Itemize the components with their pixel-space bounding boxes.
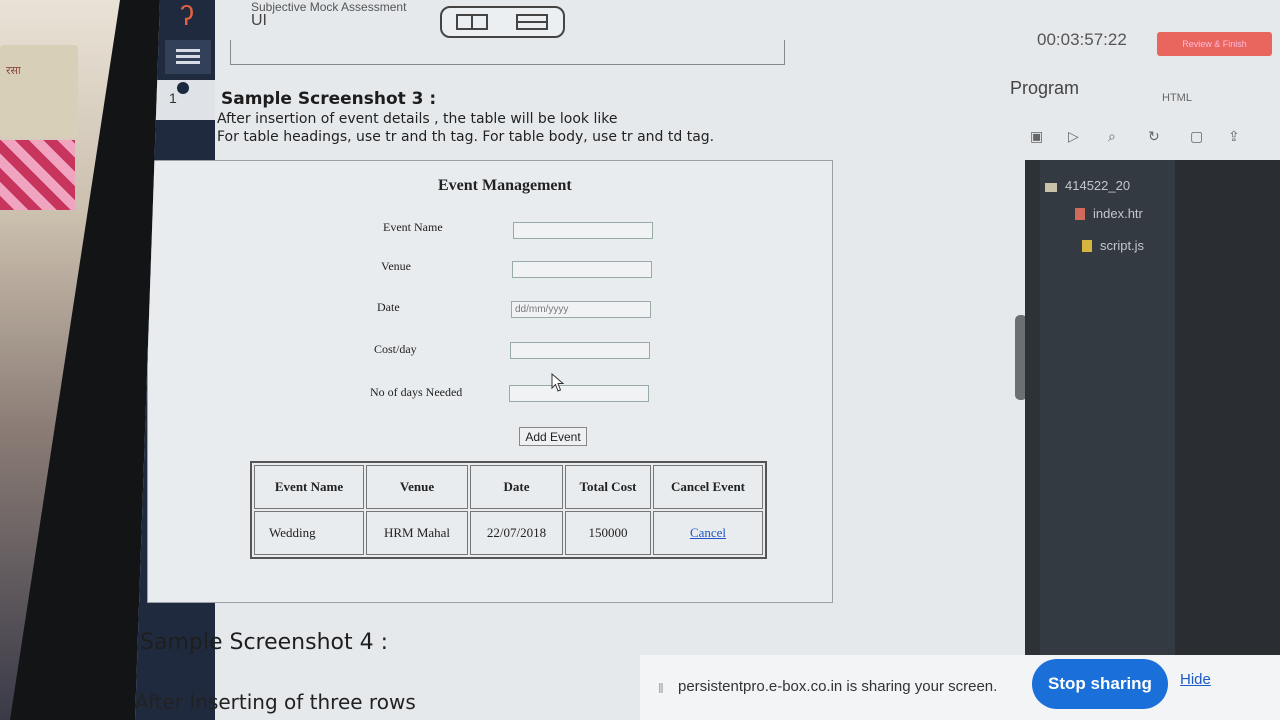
- html-file-icon: [1075, 208, 1085, 220]
- header-total-cost: Total Cost: [565, 465, 651, 509]
- question-heading: Sample Screenshot 3 :: [221, 89, 437, 109]
- sample-title: Event Management: [438, 177, 572, 194]
- table-row: Wedding HRM Mahal 22/07/2018 150000 Canc…: [254, 511, 763, 555]
- run-icon[interactable]: ▷: [1068, 128, 1079, 145]
- cost-input[interactable]: [510, 342, 650, 359]
- description-line-1: After insertion of event details , the t…: [217, 111, 618, 127]
- event-table: Event Name Venue Date Total Cost Cancel …: [250, 461, 767, 559]
- background-fabric: [0, 140, 75, 210]
- editor-toolbar: ▣ ▷ ⌕ ↻ ▢ ⇪: [1030, 128, 1280, 148]
- js-file-icon: [1082, 240, 1092, 252]
- cancel-link[interactable]: Cancel: [690, 525, 726, 540]
- cell-cancel: Cancel: [653, 511, 763, 555]
- program-title: Program: [1010, 78, 1080, 98]
- save-icon[interactable]: ▣: [1030, 128, 1043, 145]
- code-editor[interactable]: [1175, 160, 1280, 720]
- split-vertical-icon[interactable]: [456, 14, 488, 30]
- file-label: index.htr: [1093, 206, 1143, 221]
- days-label: No of days Needed: [370, 385, 463, 399]
- hamburger-line: [176, 61, 200, 64]
- cell-event-name: Wedding: [254, 511, 364, 555]
- event-name-label: Event Name: [383, 220, 443, 234]
- content-frame-top: [230, 40, 785, 65]
- drag-handle-icon[interactable]: ‖: [658, 680, 664, 696]
- search-icon[interactable]: ⌕: [1108, 128, 1116, 145]
- cup-label: रसा: [6, 64, 21, 77]
- language-select[interactable]: HTML: [1162, 92, 1192, 104]
- screen: 1 ʔ Subjective Mock Assessment UI Sample…: [135, 0, 1280, 720]
- cell-total-cost: 150000: [565, 511, 651, 555]
- header-cancel-event: Cancel Event: [653, 465, 763, 509]
- folder-item[interactable]: 414522_20: [1045, 178, 1130, 193]
- cell-venue: HRM Mahal: [366, 511, 468, 555]
- refresh-icon[interactable]: ↻: [1148, 128, 1160, 145]
- question-description: After insertion of event details , the t…: [217, 110, 714, 146]
- date-input[interactable]: dd/mm/yyyy: [511, 301, 651, 318]
- header-venue: Venue: [366, 465, 468, 509]
- screen-share-notice: ‖ persistentpro.e-box.co.in is sharing y…: [640, 655, 1280, 720]
- file-item-index[interactable]: index.htr: [1075, 206, 1143, 221]
- brand-logo-icon: ʔ: [180, 0, 194, 31]
- mouse-cursor-icon: [551, 373, 565, 392]
- assessment-title: Subjective Mock Assessment: [251, 0, 407, 14]
- folder-icon: [1045, 183, 1057, 192]
- hide-link[interactable]: Hide: [1180, 671, 1211, 688]
- hamburger-line: [176, 55, 200, 58]
- question-status-dot: [177, 82, 189, 94]
- cell-date: 22/07/2018: [470, 511, 563, 555]
- question-number: 1: [169, 90, 177, 106]
- stop-sharing-button[interactable]: Stop sharing: [1032, 659, 1168, 709]
- next-description: After Inserting of three rows: [135, 690, 416, 714]
- add-event-button[interactable]: Add Event: [519, 427, 587, 446]
- file-label: script.js: [1100, 238, 1145, 253]
- header-date: Date: [470, 465, 563, 509]
- share-message: persistentpro.e-box.co.in is sharing you…: [678, 678, 998, 695]
- folder-label: 414522_20: [1065, 178, 1131, 193]
- event-name-input[interactable]: [513, 222, 653, 239]
- layout-toggle: [440, 6, 565, 38]
- menu-button[interactable]: [165, 40, 211, 74]
- file-item-script[interactable]: script.js: [1082, 238, 1144, 253]
- date-label: Date: [377, 300, 400, 314]
- hamburger-line: [176, 49, 200, 52]
- file-icon[interactable]: ▢: [1190, 128, 1203, 145]
- cost-label: Cost/day: [374, 342, 417, 356]
- next-heading: Sample Screenshot 4 :: [140, 630, 389, 655]
- days-input[interactable]: [509, 385, 649, 402]
- timer: 00:03:57:22: [1037, 30, 1127, 49]
- review-finish-button[interactable]: Review & Finish: [1157, 32, 1272, 56]
- sample-screenshot: Event Management Event Name Venue Date d…: [147, 160, 833, 603]
- background-cup: रसा: [0, 45, 78, 137]
- upload-icon[interactable]: ⇪: [1228, 128, 1240, 145]
- header-event-name: Event Name: [254, 465, 364, 509]
- description-line-2: For table headings, use tr and th tag. F…: [217, 129, 715, 145]
- venue-input[interactable]: [512, 261, 652, 278]
- table-header-row: Event Name Venue Date Total Cost Cancel …: [254, 465, 763, 509]
- explorer-gutter: [1025, 160, 1040, 720]
- section-title: UI: [251, 12, 267, 29]
- venue-label: Venue: [381, 259, 411, 273]
- split-horizontal-icon[interactable]: [516, 14, 548, 30]
